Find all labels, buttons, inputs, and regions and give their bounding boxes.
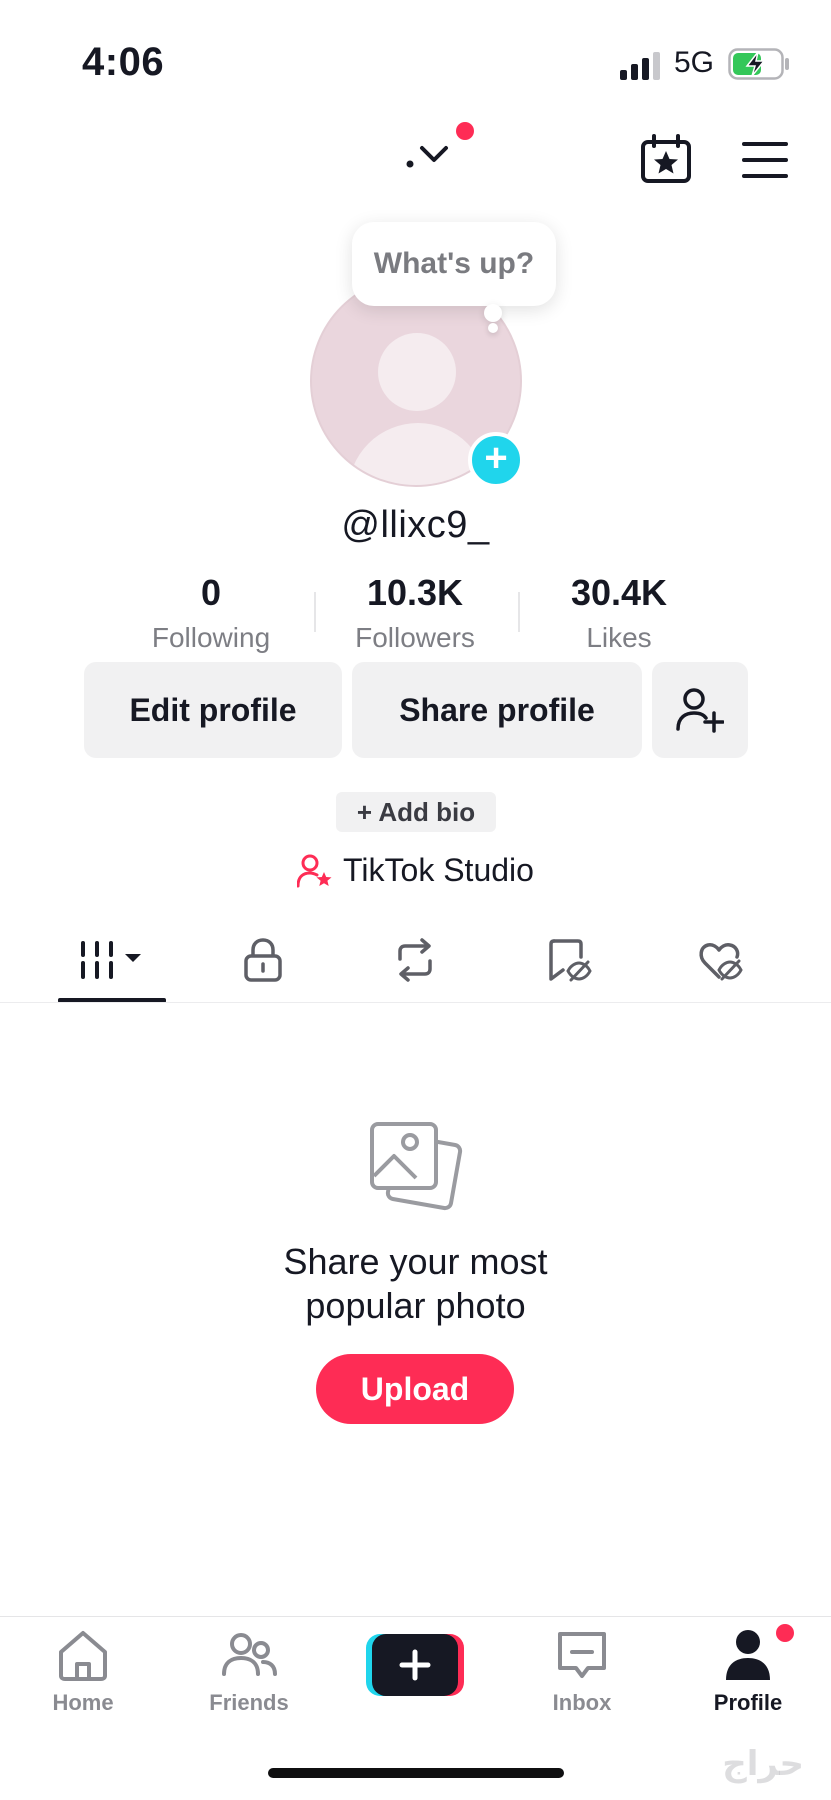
- bubble-tail: [484, 304, 502, 322]
- bubble-tail-small: [488, 323, 498, 333]
- battery-charging-icon: [728, 48, 789, 80]
- stat-likes[interactable]: 30.4K Likes: [519, 572, 719, 654]
- empty-title-line1: Share your most: [283, 1241, 548, 1282]
- nav-home[interactable]: Home: [23, 1628, 143, 1728]
- share-profile-button[interactable]: Share profile: [352, 662, 642, 758]
- friends-icon: [222, 1633, 277, 1676]
- account-switcher-icon[interactable]: [404, 142, 454, 172]
- nav-inbox[interactable]: Inbox: [522, 1628, 642, 1728]
- nav-profile[interactable]: Profile: [688, 1628, 808, 1728]
- studio-person-star-icon: [297, 854, 332, 887]
- nav-inbox-label: Inbox: [552, 1690, 612, 1715]
- stat-value: 10.3K: [366, 572, 464, 613]
- add-bio-button[interactable]: + Add bio: [336, 792, 496, 832]
- profile-icon: [726, 1630, 770, 1680]
- inbox-icon: [558, 1632, 606, 1678]
- profile-notification-dot: [776, 1624, 794, 1642]
- avatar-body-shape: [348, 423, 488, 485]
- bookmark-hidden-icon: [549, 939, 592, 982]
- add-user-icon: [676, 688, 724, 733]
- network-type: 5G: [674, 46, 715, 79]
- status-time: 4:06: [82, 40, 165, 84]
- username: @llixc9_: [341, 504, 490, 546]
- tab-reposts[interactable]: [365, 932, 465, 988]
- repost-icon: [398, 938, 432, 982]
- nav-divider: [0, 1616, 831, 1617]
- add-avatar-button[interactable]: +: [468, 432, 524, 488]
- nav-friends[interactable]: Friends: [189, 1628, 309, 1728]
- upload-button[interactable]: Upload: [316, 1354, 514, 1424]
- menu-icon[interactable]: [742, 140, 788, 180]
- stat-label: Followers: [355, 622, 475, 653]
- stat-label: Following: [151, 622, 271, 653]
- stat-value: 30.4K: [570, 572, 668, 613]
- stat-following[interactable]: 0 Following: [111, 572, 311, 654]
- edit-profile-button[interactable]: Edit profile: [84, 662, 342, 758]
- whats-up-bubble[interactable]: What's up?: [352, 222, 556, 306]
- tab-divider: [0, 1002, 831, 1003]
- nav-home-label: Home: [52, 1690, 114, 1715]
- nav-profile-label: Profile: [713, 1690, 783, 1715]
- heart-hidden-icon: [699, 943, 743, 981]
- avatar-head-shape: [378, 333, 456, 411]
- tiktok-studio-label: TikTok Studio: [343, 852, 534, 888]
- cellular-signal-icon: [620, 52, 660, 80]
- calendar-star-icon[interactable]: [640, 134, 692, 184]
- stat-followers[interactable]: 10.3K Followers: [315, 572, 515, 654]
- home-icon: [59, 1631, 107, 1681]
- add-friends-button[interactable]: [652, 662, 748, 758]
- tab-liked[interactable]: [670, 932, 770, 988]
- nav-friends-label: Friends: [209, 1690, 289, 1715]
- tab-private[interactable]: [213, 932, 313, 988]
- tab-favorites[interactable]: [519, 932, 619, 988]
- create-post-button[interactable]: [366, 1634, 464, 1696]
- stat-value: 0: [200, 572, 222, 613]
- grid-icon: [81, 941, 141, 979]
- empty-state-title: Share your most popular photo: [0, 1240, 831, 1328]
- tab-videos[interactable]: [62, 932, 162, 988]
- notification-dot: [456, 122, 474, 140]
- watermark: حراج: [722, 1745, 804, 1783]
- photo-stack-icon: [370, 1122, 463, 1211]
- lock-icon: [244, 938, 282, 982]
- home-indicator[interactable]: [268, 1768, 564, 1778]
- stat-label: Likes: [586, 622, 652, 653]
- empty-title-line2: popular photo: [305, 1285, 526, 1326]
- tiktok-studio-link[interactable]: TikTok Studio: [0, 852, 831, 889]
